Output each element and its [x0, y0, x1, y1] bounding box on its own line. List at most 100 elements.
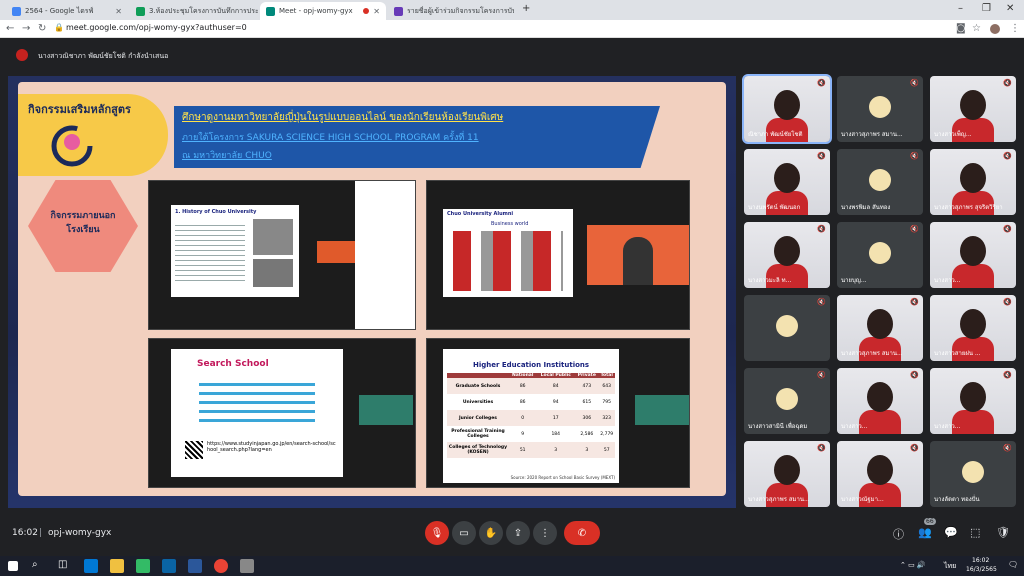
mic-off-button[interactable]: 🎙 — [425, 521, 449, 545]
participant-avatar — [869, 96, 891, 118]
close-icon[interactable]: ✕ — [373, 7, 380, 16]
participant-face — [960, 309, 986, 339]
camera-permission-icon[interactable]: ◙ — [956, 23, 966, 34]
participant-name: นางลัดดา ทองปั่น — [934, 496, 980, 503]
participant-face — [867, 455, 893, 485]
tab-meeting-doc[interactable]: 3.ห้องประชุมโครงการบันทึกการประชุม ✕ — [130, 2, 258, 20]
participant-tile[interactable]: 🔇 นางสาว... — [930, 222, 1016, 288]
edge-icon[interactable] — [84, 559, 98, 573]
host-controls-icon[interactable]: 🛡 — [996, 526, 1010, 539]
people-icon[interactable]: 👥 — [918, 526, 932, 539]
participant-tile[interactable]: 🔇 — [744, 295, 830, 361]
close-icon[interactable]: ✕ — [115, 7, 122, 16]
participant-tile[interactable]: 🔇 นางสาวสายฝน ... — [930, 295, 1016, 361]
slide-title-box: ศึกษาดูงานมหาวิทยาลัยญี่ปุ่นในรูปแบบออนไ… — [174, 106, 660, 168]
profile-avatar[interactable] — [990, 24, 1000, 34]
webcam-thumbnail — [317, 241, 357, 263]
participant-face — [774, 163, 800, 193]
participant-name: นางสาวมะลิ ท... — [748, 277, 792, 284]
presentation-area: กิจกรรมเสริมหลักสูตร ศึกษาดูงานมหาวิทยาล… — [8, 76, 736, 508]
forward-icon[interactable]: → — [22, 23, 30, 34]
table-row: Junior Colleges 0 17 306 323 — [447, 410, 615, 426]
participant-tile[interactable]: 🔇 นายบุญ... — [837, 222, 923, 288]
minimize-button[interactable]: – — [958, 3, 963, 14]
participant-name: นางสาว... — [934, 277, 961, 284]
participant-tile[interactable]: 🔇 นางสาวสุภาพร สุจริตวิริยา — [930, 149, 1016, 215]
participant-name: นางนพรัตน์ พัฒนอก — [748, 204, 801, 211]
browser-tab-bar: 2564 - Google ไดรฟ์ ✕ 3.ห้องประชุมโครงกา… — [0, 0, 1024, 20]
back-icon[interactable]: ← — [6, 23, 14, 34]
activities-icon[interactable]: ⬚ — [970, 526, 980, 539]
close-window-button[interactable]: ✕ — [1006, 3, 1014, 14]
store-icon[interactable] — [136, 559, 150, 573]
mic-muted-icon: 🔇 — [817, 225, 826, 233]
screenshot-history: 1. History of Chuo University — [148, 180, 416, 330]
table-row: Graduate Schools 86 84 473 643 — [447, 378, 615, 394]
tab-participants-list[interactable]: รายชื่อผู้เข้าร่วมกิจกรรมโครงการบันทึก ✕ — [388, 2, 514, 20]
participant-tile[interactable]: 🔇 ณิชาภา พัฒน์ชัยโชติ — [742, 74, 832, 144]
reload-icon[interactable]: ↻ — [38, 23, 46, 34]
task-view-icon[interactable]: ◫ — [58, 559, 67, 570]
participant-tile[interactable]: 🔇 นางสาวสุภาพร สมาน... — [837, 76, 923, 142]
raise-hand-button[interactable]: ✋ — [479, 521, 503, 545]
participant-tile[interactable]: 🔇 นางสาว... — [930, 368, 1016, 434]
mic-muted-icon: 🔇 — [817, 371, 826, 379]
mic-muted-icon: 🔇 — [910, 444, 919, 452]
mail-icon[interactable] — [162, 559, 176, 573]
participant-tile[interactable]: 🔇 นางนพรัตน์ พัฒนอก — [744, 149, 830, 215]
mic-muted-icon: 🔇 — [1003, 79, 1012, 87]
tab-meet[interactable]: Meet - opj-womy-gyx ✕ — [260, 2, 386, 20]
mic-muted-icon: 🔇 — [910, 79, 919, 87]
chrome-icon[interactable] — [214, 559, 228, 573]
app-icon[interactable] — [240, 559, 254, 573]
participant-face — [960, 236, 986, 266]
new-tab-button[interactable]: + — [522, 3, 530, 14]
participant-name: ณิชาภา พัฒน์ชัยโชติ — [748, 131, 803, 138]
windows-start-icon[interactable] — [8, 561, 18, 571]
screenshot-alumni: Chuo University Alumni Business world — [426, 180, 690, 330]
participant-tile[interactable]: 🔇 นางสาว... — [837, 368, 923, 434]
participant-face — [867, 382, 893, 412]
participant-name: นางสาวสุภาพร สมาน... — [841, 131, 903, 138]
mic-muted-icon: 🔇 — [1003, 371, 1012, 379]
notification-icon[interactable]: 🗨 — [1008, 560, 1018, 569]
word-icon[interactable] — [188, 559, 202, 573]
chat-sidebar — [355, 181, 415, 329]
participant-tile[interactable]: 🔇 นางสาวสามินี เพื่อฉุดม — [744, 368, 830, 434]
participant-tile[interactable]: 🔇 นางลัดดา ทองปั่น — [930, 441, 1016, 507]
tab-google-drive[interactable]: 2564 - Google ไดรฟ์ ✕ — [6, 2, 128, 20]
drive-icon — [12, 6, 21, 16]
participant-name: นางสาวเพ็ญ... — [934, 131, 972, 138]
file-explorer-icon[interactable] — [110, 559, 124, 573]
leave-call-button[interactable]: ✆ — [564, 521, 600, 545]
lock-icon: 🔒 — [54, 23, 64, 32]
restore-button[interactable]: ❐ — [982, 3, 991, 14]
mic-muted-icon: 🔇 — [910, 225, 919, 233]
participant-face — [960, 90, 986, 120]
search-icon[interactable]: ⌕ — [32, 559, 38, 570]
mic-muted-icon: 🔇 — [817, 444, 826, 452]
camera-button[interactable]: ▭ — [452, 521, 476, 545]
star-icon[interactable]: ☆ — [972, 23, 981, 34]
present-button[interactable]: ⇪ — [506, 521, 530, 545]
institutions-slide: Higher Education Institutions National L… — [443, 349, 619, 483]
participant-tile[interactable]: 🔇 นางสาวมะลิ ท... — [744, 222, 830, 288]
participant-face — [774, 236, 800, 266]
participant-tile[interactable]: 🔇 นางพรพิมล สันทอง — [837, 149, 923, 215]
mic-muted-icon: 🔇 — [817, 79, 826, 87]
url-field[interactable]: meet.google.com/opj-womy-gyx?authuser=0 — [66, 23, 247, 32]
more-options-button[interactable]: ⋮ — [533, 521, 557, 545]
participant-tile[interactable]: 🔇 นางสาวเพ็ญ... — [930, 76, 1016, 142]
menu-icon[interactable]: ⋮ — [1010, 23, 1020, 34]
participant-name: นางสาวสามินี เพื่อฉุดม — [748, 423, 808, 430]
webcam-thumbnail — [635, 395, 689, 425]
tray-icons[interactable]: ⌃ ▭ 🔊 — [900, 561, 926, 569]
sheets-icon — [136, 6, 145, 16]
chat-icon[interactable]: 💬 — [944, 526, 958, 539]
participant-tile[interactable]: 🔇 นางสาวณัฐมา... — [837, 441, 923, 507]
participant-tile[interactable]: 🔇 นางสาวสุภาพร สมาน... — [744, 441, 830, 507]
participant-tile[interactable]: 🔇 นางสาวสุภาพร สมาน... — [837, 295, 923, 361]
info-icon[interactable]: ⓘ — [893, 526, 904, 542]
mic-muted-icon: 🔇 — [910, 371, 919, 379]
slide: กิจกรรมเสริมหลักสูตร ศึกษาดูงานมหาวิทยาล… — [18, 82, 726, 496]
